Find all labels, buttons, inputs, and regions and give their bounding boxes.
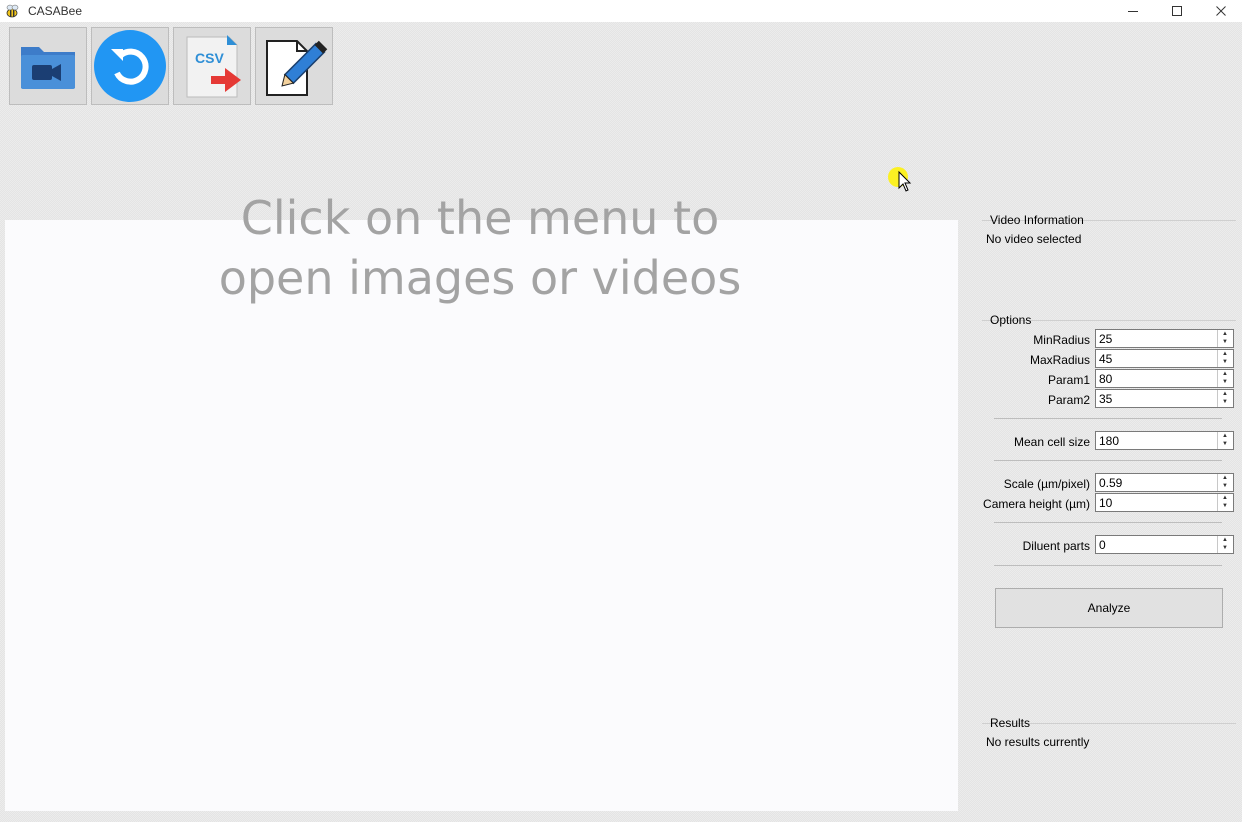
param2-row: Param2 35 ▲ ▼ xyxy=(982,389,1236,409)
camera-height-row: Camera height (µm) 10 ▲ ▼ xyxy=(982,493,1236,513)
scale-label: Scale (µm/pixel) xyxy=(1003,477,1090,491)
viewer-placeholder-text: Click on the menu to open images or vide… xyxy=(218,191,742,305)
param2-label: Param2 xyxy=(1047,393,1090,407)
spin-up-icon[interactable]: ▲ xyxy=(1218,536,1232,544)
close-button[interactable] xyxy=(1198,0,1242,22)
diluent-parts-spinbox[interactable]: 0 ▲ ▼ xyxy=(1095,535,1234,554)
spin-down-icon[interactable]: ▼ xyxy=(1218,544,1232,552)
mean-cell-size-label: Mean cell size xyxy=(1013,435,1090,449)
video-info-group: Video Information No video selected xyxy=(982,213,1236,303)
spin-down-icon[interactable]: ▼ xyxy=(1218,440,1232,448)
open-video-folder-icon xyxy=(21,47,75,89)
edit-document-icon xyxy=(266,40,328,96)
param1-label: Param1 xyxy=(1047,373,1090,387)
analyze-button[interactable]: Analyze xyxy=(995,588,1223,628)
max-radius-value: 45 xyxy=(1099,352,1113,366)
maximize-icon xyxy=(1172,6,1182,16)
csv-label: CSV xyxy=(195,50,224,66)
close-icon xyxy=(1216,6,1226,16)
export-csv-button[interactable]: CSV xyxy=(173,27,251,105)
export-csv-icon: CSV xyxy=(186,35,241,98)
mean-cell-size-value: 180 xyxy=(1099,434,1120,448)
maximize-button[interactable] xyxy=(1154,0,1200,22)
spin-up-icon[interactable]: ▲ xyxy=(1218,350,1232,358)
options-separator xyxy=(994,418,1222,419)
diluent-parts-value: 0 xyxy=(1099,538,1106,552)
min-radius-row: MinRadius 25 ▲ ▼ xyxy=(982,329,1236,349)
scale-value: 0.59 xyxy=(1099,476,1123,490)
spin-up-icon[interactable]: ▲ xyxy=(1218,494,1232,502)
camera-height-label: Camera height (µm) xyxy=(983,497,1090,511)
diluent-parts-row: Diluent parts 0 ▲ ▼ xyxy=(982,535,1236,555)
open-video-button[interactable] xyxy=(9,27,87,105)
max-radius-label: MaxRadius xyxy=(1029,353,1090,367)
scale-spinbox[interactable]: 0.59 ▲ ▼ xyxy=(1095,473,1234,492)
mean-cell-size-row: Mean cell size 180 ▲ ▼ xyxy=(982,431,1236,451)
param2-spinbox[interactable]: 35 ▲ ▼ xyxy=(1095,389,1234,408)
min-radius-value: 25 xyxy=(1099,332,1113,346)
spin-down-icon[interactable]: ▼ xyxy=(1218,338,1232,346)
video-info-text: No video selected xyxy=(986,232,1082,246)
param2-value: 35 xyxy=(1099,392,1113,406)
param1-value: 80 xyxy=(1099,372,1113,386)
minimize-icon xyxy=(1128,11,1138,12)
media-viewer[interactable] xyxy=(5,220,958,811)
title-bar: CASABee xyxy=(0,0,1242,22)
spin-down-icon[interactable]: ▼ xyxy=(1218,378,1232,386)
scale-row: Scale (µm/pixel) 0.59 ▲ ▼ xyxy=(982,473,1236,493)
video-info-title: Video Information xyxy=(990,213,1084,227)
spin-down-icon[interactable]: ▼ xyxy=(1218,502,1232,510)
max-radius-spinbox[interactable]: 45 ▲ ▼ xyxy=(1095,349,1234,368)
mean-cell-size-spinbox[interactable]: 180 ▲ ▼ xyxy=(1095,431,1234,450)
options-separator xyxy=(994,460,1222,461)
reset-icon xyxy=(94,30,166,102)
options-separator xyxy=(994,565,1222,566)
minimize-button[interactable] xyxy=(1110,0,1156,22)
bee-icon xyxy=(5,3,21,19)
param1-spinbox[interactable]: 80 ▲ ▼ xyxy=(1095,369,1234,388)
spin-down-icon[interactable]: ▼ xyxy=(1218,482,1232,490)
min-radius-label: MinRadius xyxy=(1033,333,1090,347)
diluent-parts-label: Diluent parts xyxy=(1022,539,1090,553)
mouse-cursor-icon xyxy=(888,166,918,196)
results-text: No results currently xyxy=(986,735,1090,749)
spin-up-icon[interactable]: ▲ xyxy=(1218,370,1232,378)
camera-height-spinbox[interactable]: 10 ▲ ▼ xyxy=(1095,493,1234,512)
spin-down-icon[interactable]: ▼ xyxy=(1218,398,1232,406)
spin-down-icon[interactable]: ▼ xyxy=(1218,358,1232,366)
edit-button[interactable] xyxy=(255,27,333,105)
window-title: CASABee xyxy=(28,4,83,18)
options-separator xyxy=(994,522,1222,523)
results-title: Results xyxy=(990,716,1031,730)
reset-button[interactable] xyxy=(91,27,169,105)
min-radius-spinbox[interactable]: 25 ▲ ▼ xyxy=(1095,329,1234,348)
results-group: Results No results currently xyxy=(982,716,1236,806)
max-radius-row: MaxRadius 45 ▲ ▼ xyxy=(982,349,1236,369)
camera-height-value: 10 xyxy=(1099,496,1113,510)
spin-up-icon[interactable]: ▲ xyxy=(1218,390,1232,398)
spin-up-icon[interactable]: ▲ xyxy=(1218,432,1232,440)
spin-up-icon[interactable]: ▲ xyxy=(1218,330,1232,338)
param1-row: Param1 80 ▲ ▼ xyxy=(982,369,1236,389)
options-title: Options xyxy=(990,313,1032,327)
spin-up-icon[interactable]: ▲ xyxy=(1218,474,1232,482)
